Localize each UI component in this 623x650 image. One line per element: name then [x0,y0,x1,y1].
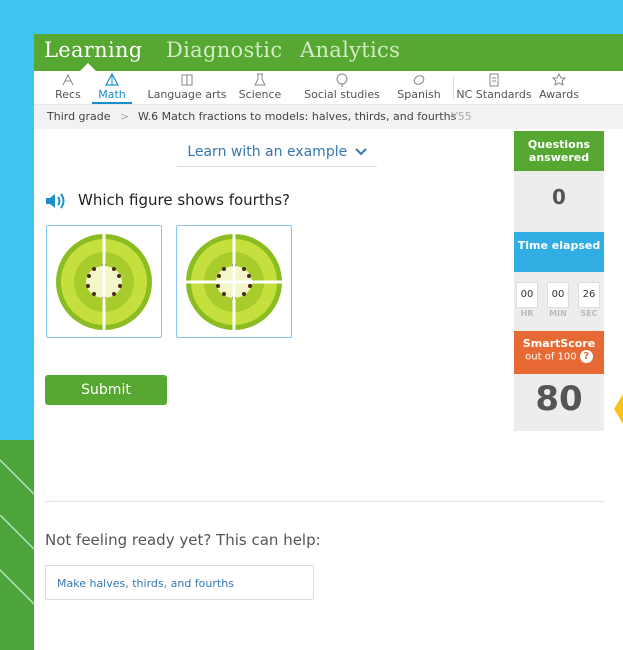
social-studies-icon [336,73,348,87]
subnav-item-label: Spanish [397,88,441,101]
kiwi-fourths-icon [184,232,284,332]
tab-learning[interactable]: Learning [44,38,143,62]
spanish-icon [413,75,425,85]
smartscore-label: SmartScore [522,337,596,350]
help-link-make-fractions[interactable]: Make halves, thirds, and fourths [45,565,314,600]
questions-answered-value: 0 [552,185,566,209]
subnav-divider [453,77,454,99]
tab-diagnostic[interactable]: Diagnostic [166,38,282,62]
subnav-item-language-arts[interactable]: Language arts [147,73,227,104]
subnav-item-science[interactable]: Science [230,73,290,104]
subnav-item-label: Recs [55,88,81,101]
skill-code: Y55 [451,110,472,123]
smartscore-value: 80 [535,379,583,419]
breadcrumb-skill: W.6 Match fractions to models: halves, t… [138,110,457,123]
answer-choice-2[interactable] [176,225,292,338]
subnav-item-spanish[interactable]: Spanish [394,73,444,104]
learn-with-example-label: Learn with an example [187,144,348,160]
practice-page: Learning Diagnostic Analytics Recs Math … [34,34,623,650]
time-hours: 00 [516,282,538,308]
arrow-marker-icon [614,394,623,424]
subnav-item-awards[interactable]: Awards [534,73,584,104]
subnav-item-label: Science [238,88,282,101]
subnav-item-recs[interactable]: Recs [48,73,88,104]
top-nav: Learning Diagnostic Analytics [34,34,623,71]
subnav-item-label: Awards [539,88,579,101]
awards-icon [552,73,566,86]
subject-nav: Recs Math Language arts Science Social s… [34,71,623,105]
help-prompt: Not feeling ready yet? This can help: [45,531,321,549]
stats-sidebar: Questions answered 0 Time elapsed 00 00 … [514,131,604,431]
subnav-item-label: NC Standards [456,88,532,101]
standards-icon [489,73,499,87]
breadcrumb-grade[interactable]: Third grade [47,105,111,129]
active-tab-caret [80,63,96,71]
tab-analytics[interactable]: Analytics [300,38,400,62]
learn-with-example-link[interactable]: Learn with an example [177,144,377,167]
time-seconds-label: SEC [580,309,598,318]
subnav-item-math[interactable]: Math [92,73,132,104]
smartscore-subtitle: out of 100 ? [514,350,604,364]
submit-button[interactable]: Submit [45,375,167,405]
speaker-icon[interactable] [44,191,70,211]
subnav-item-label: Language arts [147,88,227,101]
help-icon[interactable]: ? [579,350,593,363]
breadcrumb: Third grade > W.6 Match fractions to mod… [34,105,623,129]
chevron-down-icon [354,148,367,156]
question-text: Which figure shows fourths? [78,191,290,209]
breadcrumb-separator: > [120,110,130,123]
time-minutes: 00 [547,282,569,308]
subnav-item-label: Math [98,88,126,101]
kiwi-halves-icon [56,232,152,332]
time-hours-label: HR [520,309,534,318]
language-arts-icon [181,74,193,86]
time-minutes-label: MIN [549,309,567,318]
math-icon [105,73,119,86]
answer-choice-1[interactable] [46,225,162,338]
time-elapsed-label: Time elapsed [514,232,604,272]
recs-icon [62,73,74,86]
science-icon [254,73,266,86]
questions-answered-label: Questions answered [514,131,604,171]
time-seconds: 26 [578,282,600,308]
section-divider [45,501,605,502]
smartscore-header: SmartScore out of 100 ? [514,331,604,374]
subnav-item-social-studies[interactable]: Social studies [302,73,382,104]
subnav-item-label: Social studies [304,88,380,101]
smartscore-sub-label: out of 100 [525,351,577,363]
subnav-item-nc-standards[interactable]: NC Standards [456,73,532,104]
